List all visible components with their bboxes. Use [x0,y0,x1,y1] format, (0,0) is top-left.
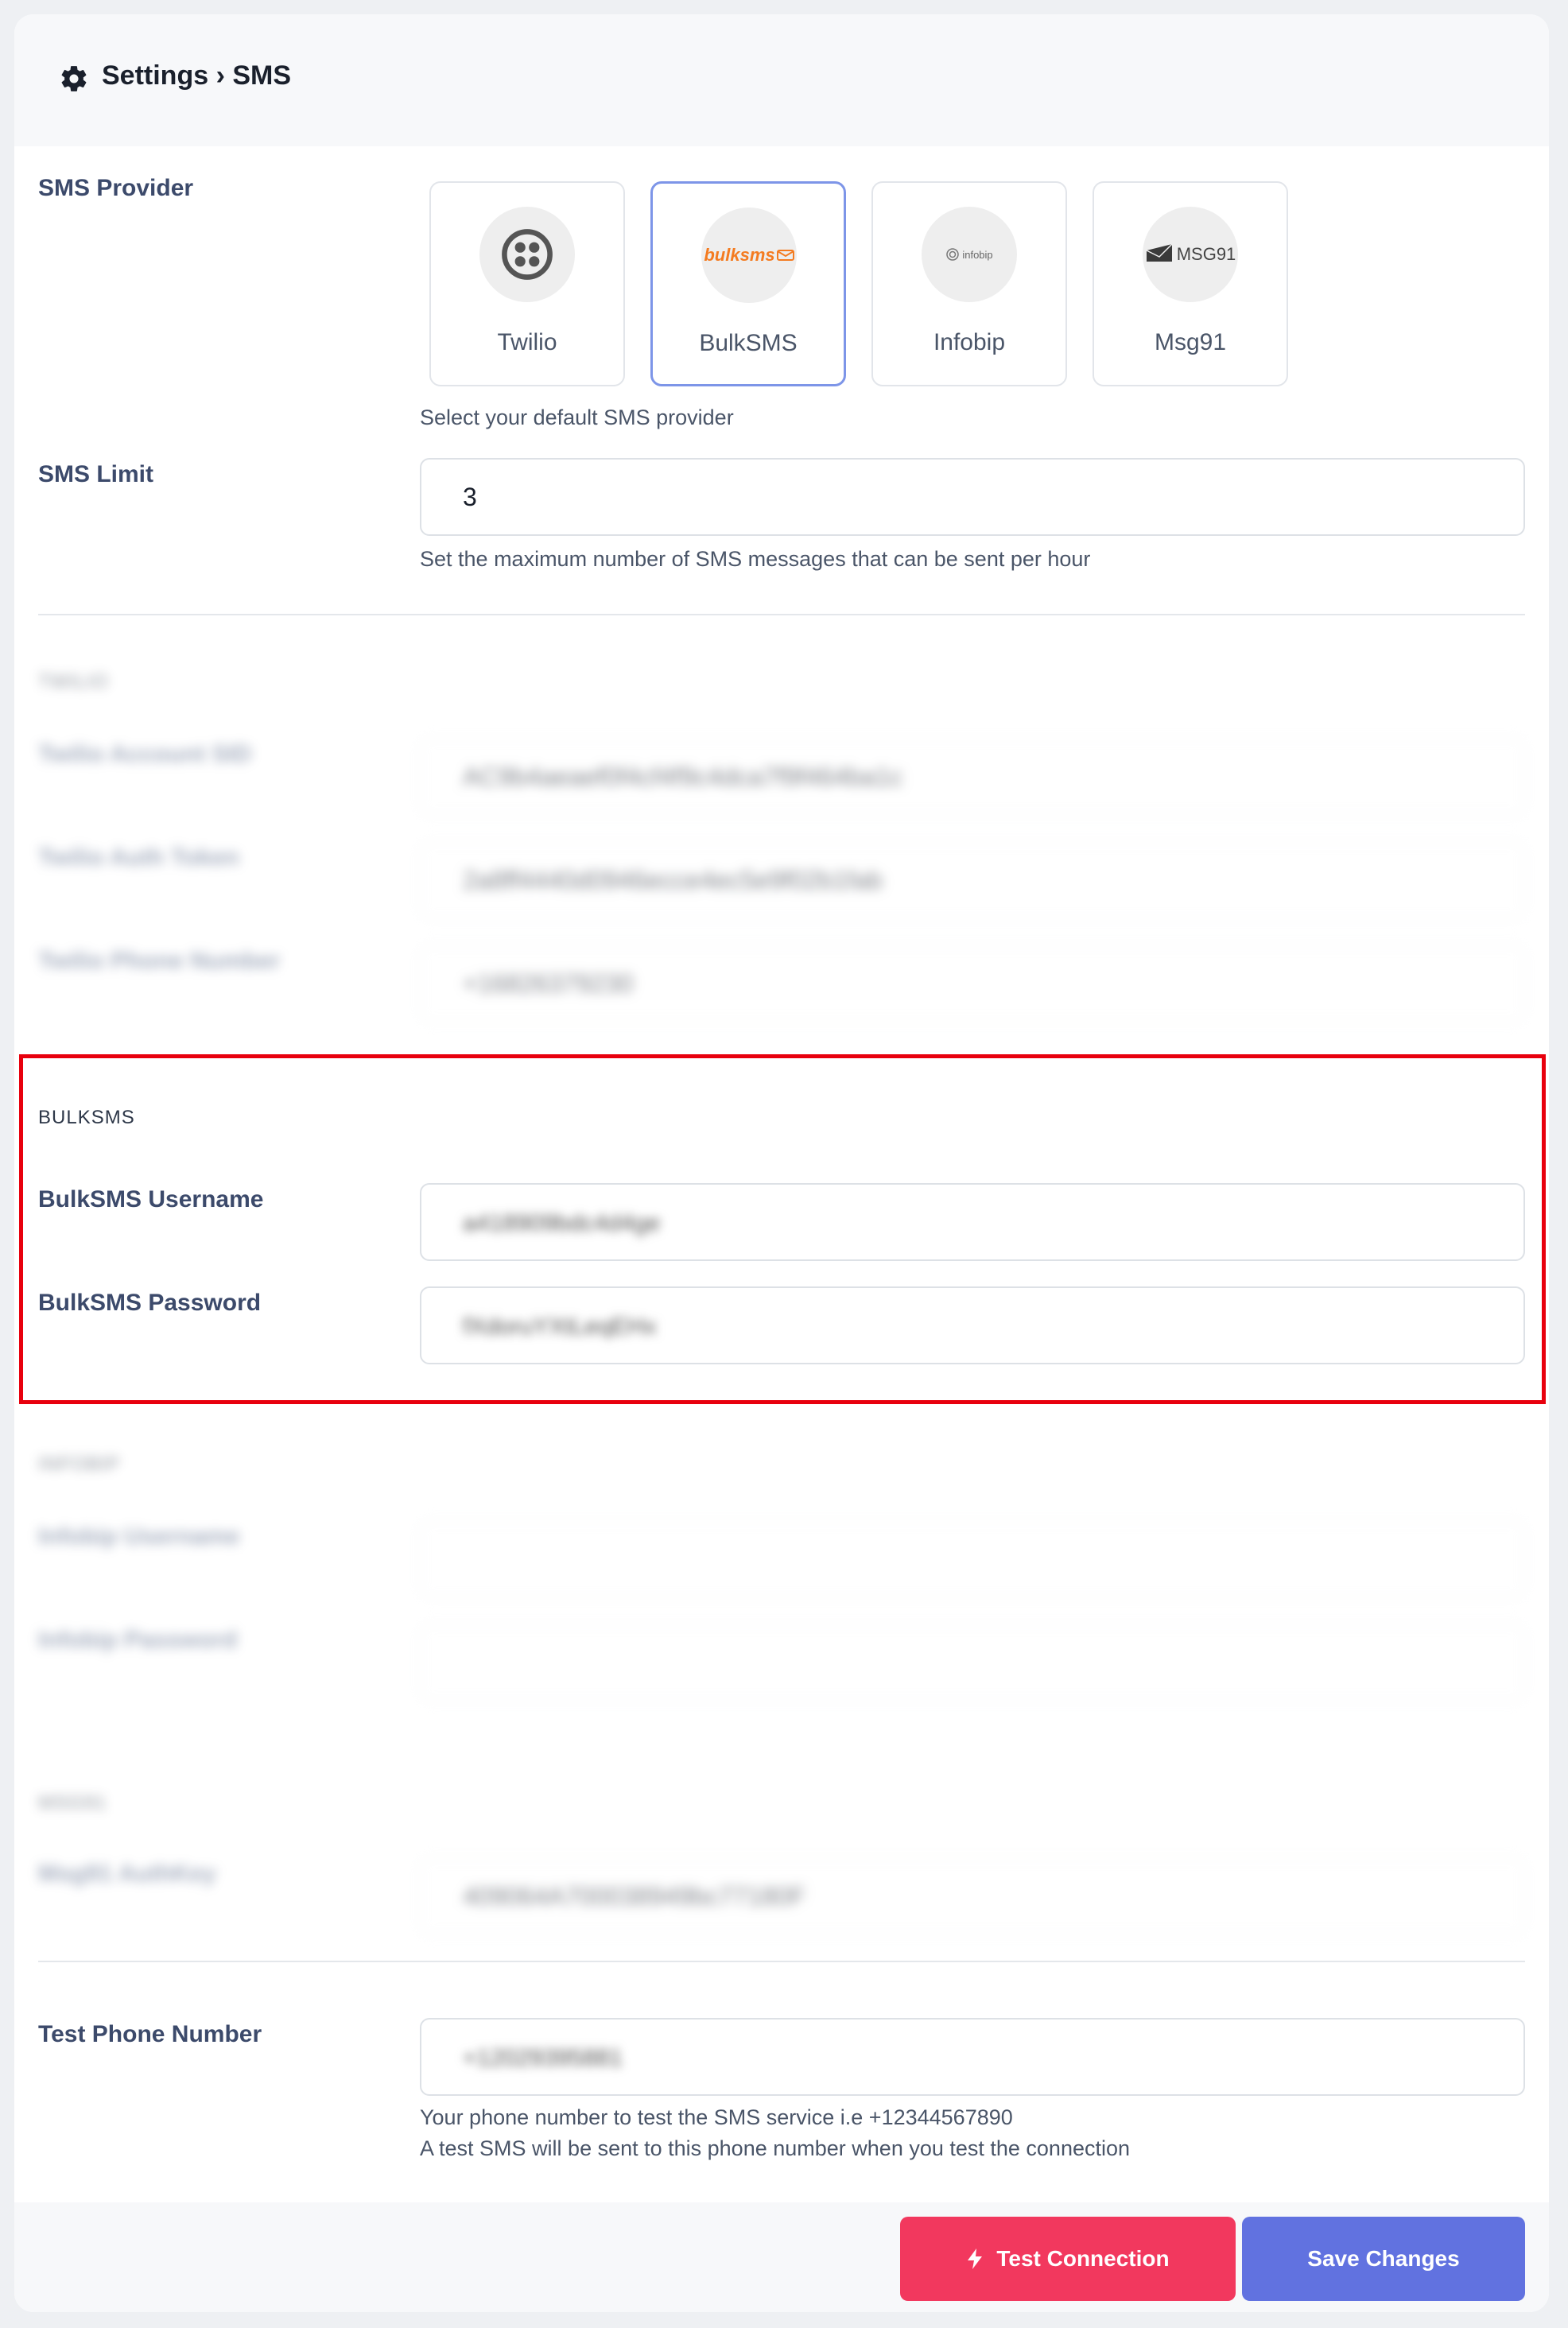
msg91-authkey-input[interactable]: 409064A700038949bc77180F [420,1857,1525,1935]
divider [38,1961,1525,1962]
sms-limit-label: SMS Limit [38,461,154,487]
twilio-phone-input[interactable]: +16826379230 [420,945,1525,1022]
msg91-logo-icon: MSG91 [1143,207,1238,302]
infobip-username-input[interactable] [420,1520,1525,1598]
infobip-section-title: INFOBIP [38,1453,121,1475]
test-phone-input[interactable]: +12029395881 [420,2018,1525,2096]
twilio-account-sid-label: Twilio Account SID [38,741,252,767]
bulksms-section-title: BULKSMS [38,1107,135,1128]
provider-name: Infobip [933,329,1006,355]
provider-name: Msg91 [1154,329,1227,355]
provider-option-bulksms[interactable]: bulksms BulkSMS [650,181,846,386]
msg91-section-title: MSG91 [38,1792,107,1814]
msg91-authkey-label: Msg91 AuthKey [38,1860,216,1887]
bulksms-password-input[interactable]: fXdoruYXtLeqEHx [420,1286,1525,1364]
infobip-username-label: Infobip Username [38,1523,240,1550]
twilio-section-title: TWILIO [38,671,109,693]
gear-icon [61,66,87,91]
card-header: Settings › SMS [14,14,1549,146]
test-phone-label: Test Phone Number [38,2021,262,2047]
lightning-icon [968,2248,983,2269]
provider-option-msg91[interactable]: MSG91 Msg91 [1093,181,1288,386]
sms-limit-help-text: Set the maximum number of SMS messages t… [420,547,1091,571]
provider-help-text: Select your default SMS provider [420,405,734,429]
bulksms-password-label: BulkSMS Password [38,1290,262,1316]
sms-provider-label: SMS Provider [38,175,194,201]
twilio-phone-label: Twilio Phone Number [38,948,281,974]
infobip-password-label: Infobip Password [38,1627,238,1653]
infobip-logo-icon: infobip [922,207,1017,302]
settings-card: Settings › SMS SMS Provider Twilio bulks… [14,14,1549,2312]
twilio-account-sid-input[interactable]: AC9b4aeaef0f4cf4f9c4dca7f9f464ba1c [420,738,1525,816]
sms-limit-input[interactable]: 3 [420,458,1525,536]
provider-option-infobip[interactable]: infobip Infobip [871,181,1067,386]
test-phone-help-line1: Your phone number to test the SMS servic… [420,2105,1013,2129]
save-changes-button[interactable]: Save Changes [1242,2217,1525,2301]
bulksms-username-input[interactable]: a418909bdc4d4ge [420,1183,1525,1261]
twilio-auth-token-input[interactable]: 2a8ff4440d0946ecce4ec5e9f02b1fab [420,841,1525,919]
divider [38,614,1525,615]
provider-name: Twilio [497,329,557,355]
page-title: Settings › SMS [102,60,292,91]
provider-name: BulkSMS [699,330,798,356]
twilio-auth-token-label: Twilio Auth Token [38,844,239,871]
infobip-password-input[interactable] [420,1624,1525,1701]
test-phone-help-line2: A test SMS will be sent to this phone nu… [420,2136,1131,2160]
provider-option-twilio[interactable]: Twilio [429,181,625,386]
twilio-logo-icon [479,207,575,302]
bulksms-logo-icon: bulksms [701,208,797,303]
test-connection-button[interactable]: Test Connection [900,2217,1236,2301]
bulksms-username-label: BulkSMS Username [38,1186,264,1212]
